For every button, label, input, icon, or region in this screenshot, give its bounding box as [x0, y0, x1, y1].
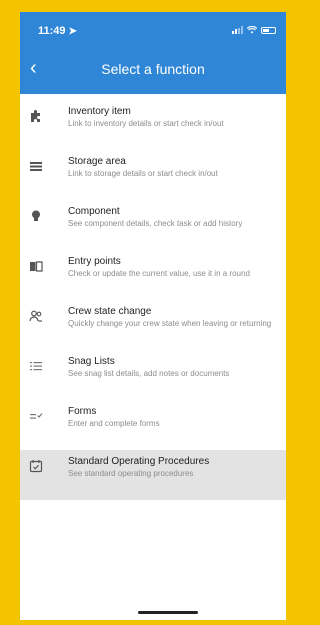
calendar-check-icon [28, 458, 44, 474]
nav-bar: ‹ Select a function [20, 52, 286, 86]
checklist-icon [28, 408, 44, 424]
function-list: Inventory item Link to inventory details… [20, 100, 286, 500]
list-item-crew-state-change[interactable]: Crew state change Quickly change your cr… [20, 300, 286, 350]
function-title: Snag Lists [68, 356, 115, 367]
bullet-list-icon [28, 358, 44, 374]
location-arrow-icon: ➤ [68, 26, 77, 37]
function-title: Component [68, 206, 120, 217]
status-bar: 11:49 ➤ [20, 12, 286, 48]
list-item-snag-lists[interactable]: Snag Lists See snag list details, add no… [20, 350, 286, 400]
wifi-icon [247, 26, 257, 34]
function-subtitle: See standard operating procedures [68, 469, 194, 478]
battery-icon [261, 26, 276, 34]
list-item-entry-points[interactable]: Entry points Check or update the current… [20, 250, 286, 300]
function-title: Forms [68, 406, 97, 417]
status-icons [232, 26, 276, 34]
function-title: Entry points [68, 256, 121, 267]
list-icon [28, 158, 44, 174]
list-item-forms[interactable]: Forms Enter and complete forms [20, 400, 286, 450]
function-title: Storage area [68, 156, 126, 167]
function-subtitle: Link to inventory details or start check… [68, 119, 224, 128]
book-icon [28, 258, 44, 274]
function-title: Crew state change [68, 306, 152, 317]
function-subtitle: Enter and complete forms [68, 419, 160, 428]
function-subtitle: Check or update the current value, use i… [68, 269, 250, 278]
home-indicator [138, 611, 198, 614]
function-title: Standard Operating Procedures [68, 456, 210, 467]
list-item-inventory-item[interactable]: Inventory item Link to inventory details… [20, 100, 286, 150]
function-subtitle: Link to storage details or start check i… [68, 169, 218, 178]
lightbulb-icon [28, 208, 44, 224]
phone-screen: 11:49 ➤ ‹ Select a function Inventory ite… [20, 12, 286, 620]
status-time-text: 11:49 [38, 25, 66, 37]
signal-icon [232, 26, 243, 34]
status-time: 11:49 ➤ [38, 25, 77, 37]
list-item-standard-operating-procedures[interactable]: Standard Operating Procedures See standa… [20, 450, 286, 500]
page-title: Select a function [101, 61, 205, 77]
function-subtitle: Quickly change your crew state when leav… [68, 319, 272, 328]
crew-icon [28, 308, 44, 324]
puzzle-icon [28, 108, 44, 124]
list-item-storage-area[interactable]: Storage area Link to storage details or … [20, 150, 286, 200]
function-title: Inventory item [68, 106, 131, 117]
list-item-component[interactable]: Component See component details, check t… [20, 200, 286, 250]
function-subtitle: See component details, check task or add… [68, 219, 243, 228]
header-bar: 11:49 ➤ ‹ Select a function [20, 12, 286, 94]
function-subtitle: See snag list details, add notes or docu… [68, 369, 230, 378]
